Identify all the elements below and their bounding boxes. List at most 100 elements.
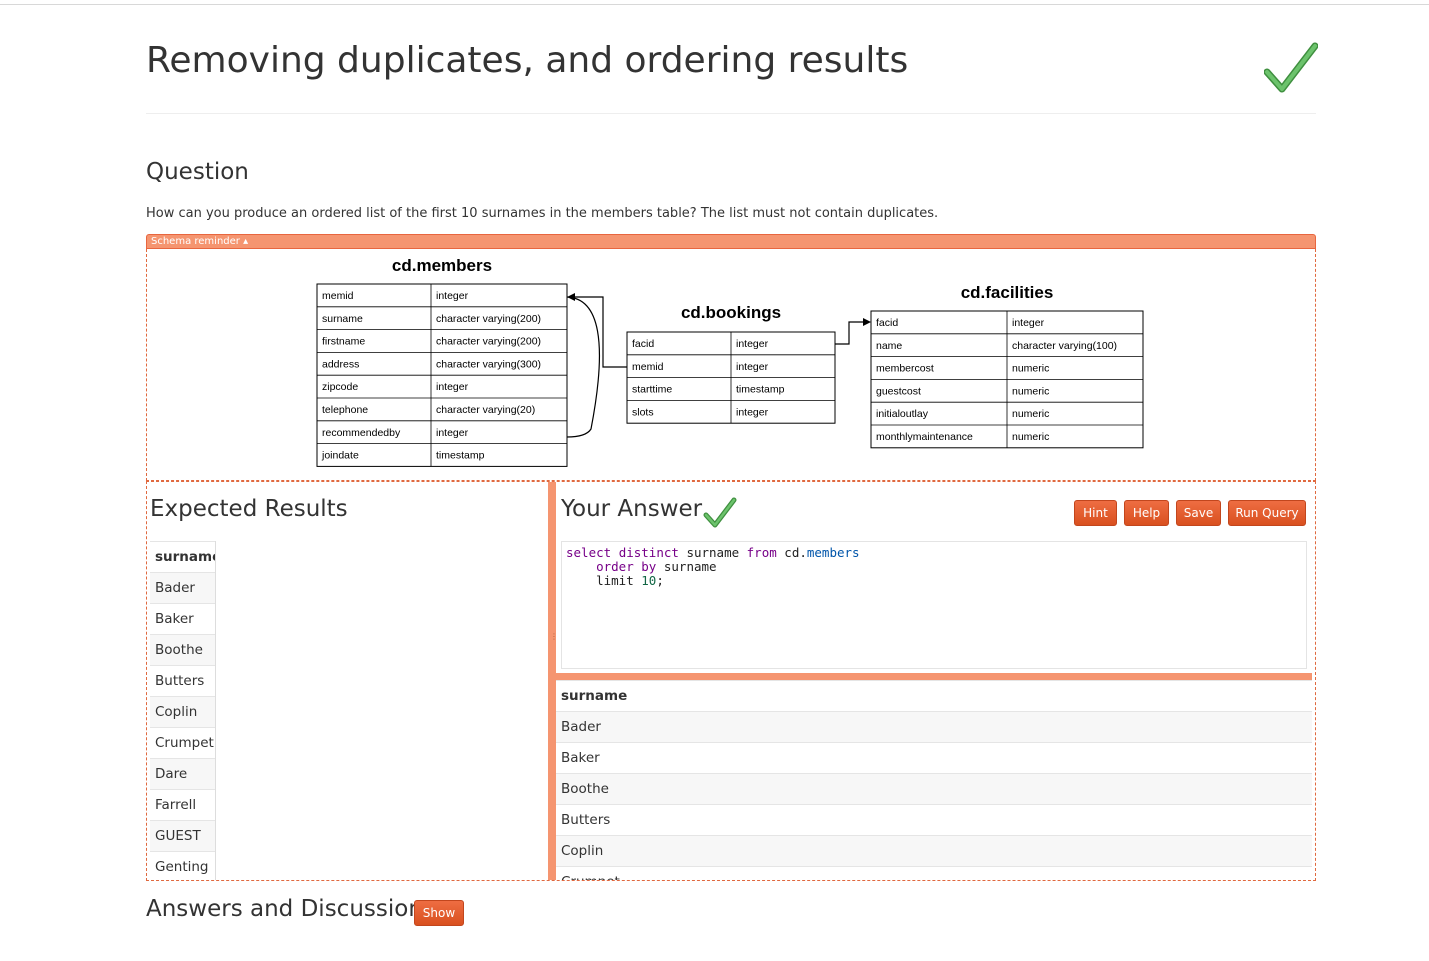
- expected-cell: Boothe: [150, 634, 215, 666]
- code-token: limit: [596, 573, 634, 588]
- schema-table-title: cd.bookings: [681, 303, 781, 322]
- recommendedby-relation-line: [566, 296, 600, 438]
- result-cell: Baker: [556, 742, 1312, 774]
- schema-column-type: integer: [436, 290, 469, 302]
- expected-cell: Bader: [150, 572, 215, 604]
- code-token: distinct: [618, 545, 679, 560]
- show-discussion-button[interactable]: Show: [414, 900, 464, 926]
- splitter-grip-icon: ⋮: [550, 632, 558, 641]
- table-row: Coplin: [556, 835, 1312, 867]
- table-row: Bader: [150, 572, 215, 604]
- result-cell: Boothe: [556, 773, 1312, 805]
- query-results-table: surname BaderBakerBootheButtersCoplinCru…: [556, 680, 1312, 880]
- code-token: by: [641, 559, 657, 574]
- hint-button[interactable]: Hint: [1074, 500, 1117, 526]
- horizontal-splitter[interactable]: [556, 673, 1312, 680]
- schema-column-type: integer: [736, 406, 769, 418]
- title-divider: [146, 113, 1316, 114]
- schema-diagram: cd.members memid integer surname character v…: [316, 256, 1144, 467]
- schema-reminder-toggle[interactable]: Schema reminder ▴: [146, 234, 1316, 249]
- schema-column-name: surname: [322, 313, 363, 325]
- schema-column-type: integer: [436, 381, 469, 393]
- result-cell: Bader: [556, 711, 1312, 743]
- schema-column-name: guestcost: [876, 385, 921, 397]
- vertical-splitter[interactable]: ⋮: [548, 482, 558, 880]
- answer-correct-check-icon: [703, 497, 737, 528]
- table-row: Butters: [150, 665, 215, 697]
- table-row: Boothe: [150, 634, 215, 666]
- expected-cell: Coplin: [150, 696, 215, 728]
- schema-column-name: starttime: [632, 384, 672, 396]
- expected-cell: Crumpet: [150, 727, 215, 759]
- schema-column-name: memid: [322, 290, 354, 302]
- answers-discussion-heading: Answers and Discussion: [146, 896, 423, 922]
- expected-results-heading: Expected Results: [150, 496, 348, 522]
- code-token: order: [596, 559, 634, 574]
- code-token: members: [806, 545, 860, 560]
- schema-column-type: integer: [436, 427, 469, 439]
- relation-arrow-icon: [567, 293, 575, 301]
- schema-column-type: integer: [1012, 317, 1045, 329]
- schema-column-type: timestamp: [436, 450, 485, 462]
- table-row: Crumpet: [150, 727, 215, 759]
- expected-column-header: surname: [150, 541, 215, 573]
- expected-cell: Genting: [150, 851, 215, 880]
- schema-column-name: initialoutlay: [876, 408, 929, 420]
- schema-column-name: slots: [632, 406, 654, 418]
- expected-results-table: surname Bader Baker Boothe Butters Coplin Cru…: [150, 541, 216, 880]
- schema-column-type: character varying(200): [436, 336, 541, 348]
- schema-column-name: address: [322, 358, 359, 370]
- schema-column-name: telephone: [322, 404, 368, 416]
- schema-column-type: character varying(20): [436, 404, 535, 416]
- schema-column-name: monthlymaintenance: [876, 431, 973, 443]
- schema-column-type: character varying(300): [436, 358, 541, 370]
- code-token: surname: [663, 559, 717, 574]
- page-title: Removing duplicates, and ordering result…: [146, 40, 909, 81]
- schema-column-name: name: [876, 340, 902, 352]
- schema-column-type: character varying(200): [436, 313, 541, 325]
- your-answer-heading: Your Answer: [561, 496, 703, 522]
- completed-check-icon: [1264, 42, 1318, 93]
- schema-column-type: numeric: [1012, 363, 1049, 375]
- schema-column-name: facid: [876, 317, 898, 329]
- table-row: Baker: [150, 603, 215, 635]
- table-row: Crumpet: [556, 866, 1312, 880]
- question-heading: Question: [146, 159, 249, 185]
- schema-column-name: membercost: [876, 363, 934, 375]
- schema-column-name: recommendedby: [322, 427, 401, 439]
- code-token: ;: [656, 573, 664, 588]
- code-token: select: [566, 545, 612, 560]
- relation-arrow-icon: [863, 318, 871, 326]
- schema-column-type: character varying(100): [1012, 340, 1117, 352]
- help-button[interactable]: Help: [1124, 500, 1169, 526]
- code-token: cd.: [784, 545, 807, 560]
- schema-table-title: cd.members: [392, 256, 492, 275]
- table-row: Dare: [150, 758, 215, 790]
- expected-cell: Farrell: [150, 789, 215, 821]
- result-cell: Coplin: [556, 835, 1312, 867]
- table-row: Coplin: [150, 696, 215, 728]
- schema-column-type: integer: [736, 338, 769, 350]
- schema-column-type: numeric: [1012, 431, 1049, 443]
- run-query-button[interactable]: Run Query: [1228, 500, 1306, 526]
- table-row: Farrell: [150, 789, 215, 821]
- code-token: from: [746, 545, 777, 560]
- schema-column-type: integer: [736, 361, 769, 373]
- save-button[interactable]: Save: [1176, 500, 1221, 526]
- table-row: Butters: [556, 804, 1312, 836]
- schema-column-name: facid: [632, 338, 654, 350]
- sql-editor[interactable]: select distinct surname from cd.members …: [561, 541, 1307, 669]
- expected-cell: GUEST: [150, 820, 215, 852]
- results-column-header: surname: [556, 680, 1312, 712]
- result-cell: Butters: [556, 804, 1312, 836]
- result-cell: Crumpet: [556, 866, 1312, 880]
- table-row: Genting: [150, 851, 215, 880]
- table-row: Bader: [556, 711, 1312, 743]
- table-row: Boothe: [556, 773, 1312, 805]
- question-text: How can you produce an ordered list of t…: [146, 206, 939, 221]
- schema-column-type: timestamp: [736, 384, 785, 396]
- bookings-facid-relation-line: [835, 321, 864, 345]
- schema-column-name: memid: [632, 361, 664, 373]
- expected-cell: Baker: [150, 603, 215, 635]
- schema-table-title: cd.facilities: [961, 283, 1054, 302]
